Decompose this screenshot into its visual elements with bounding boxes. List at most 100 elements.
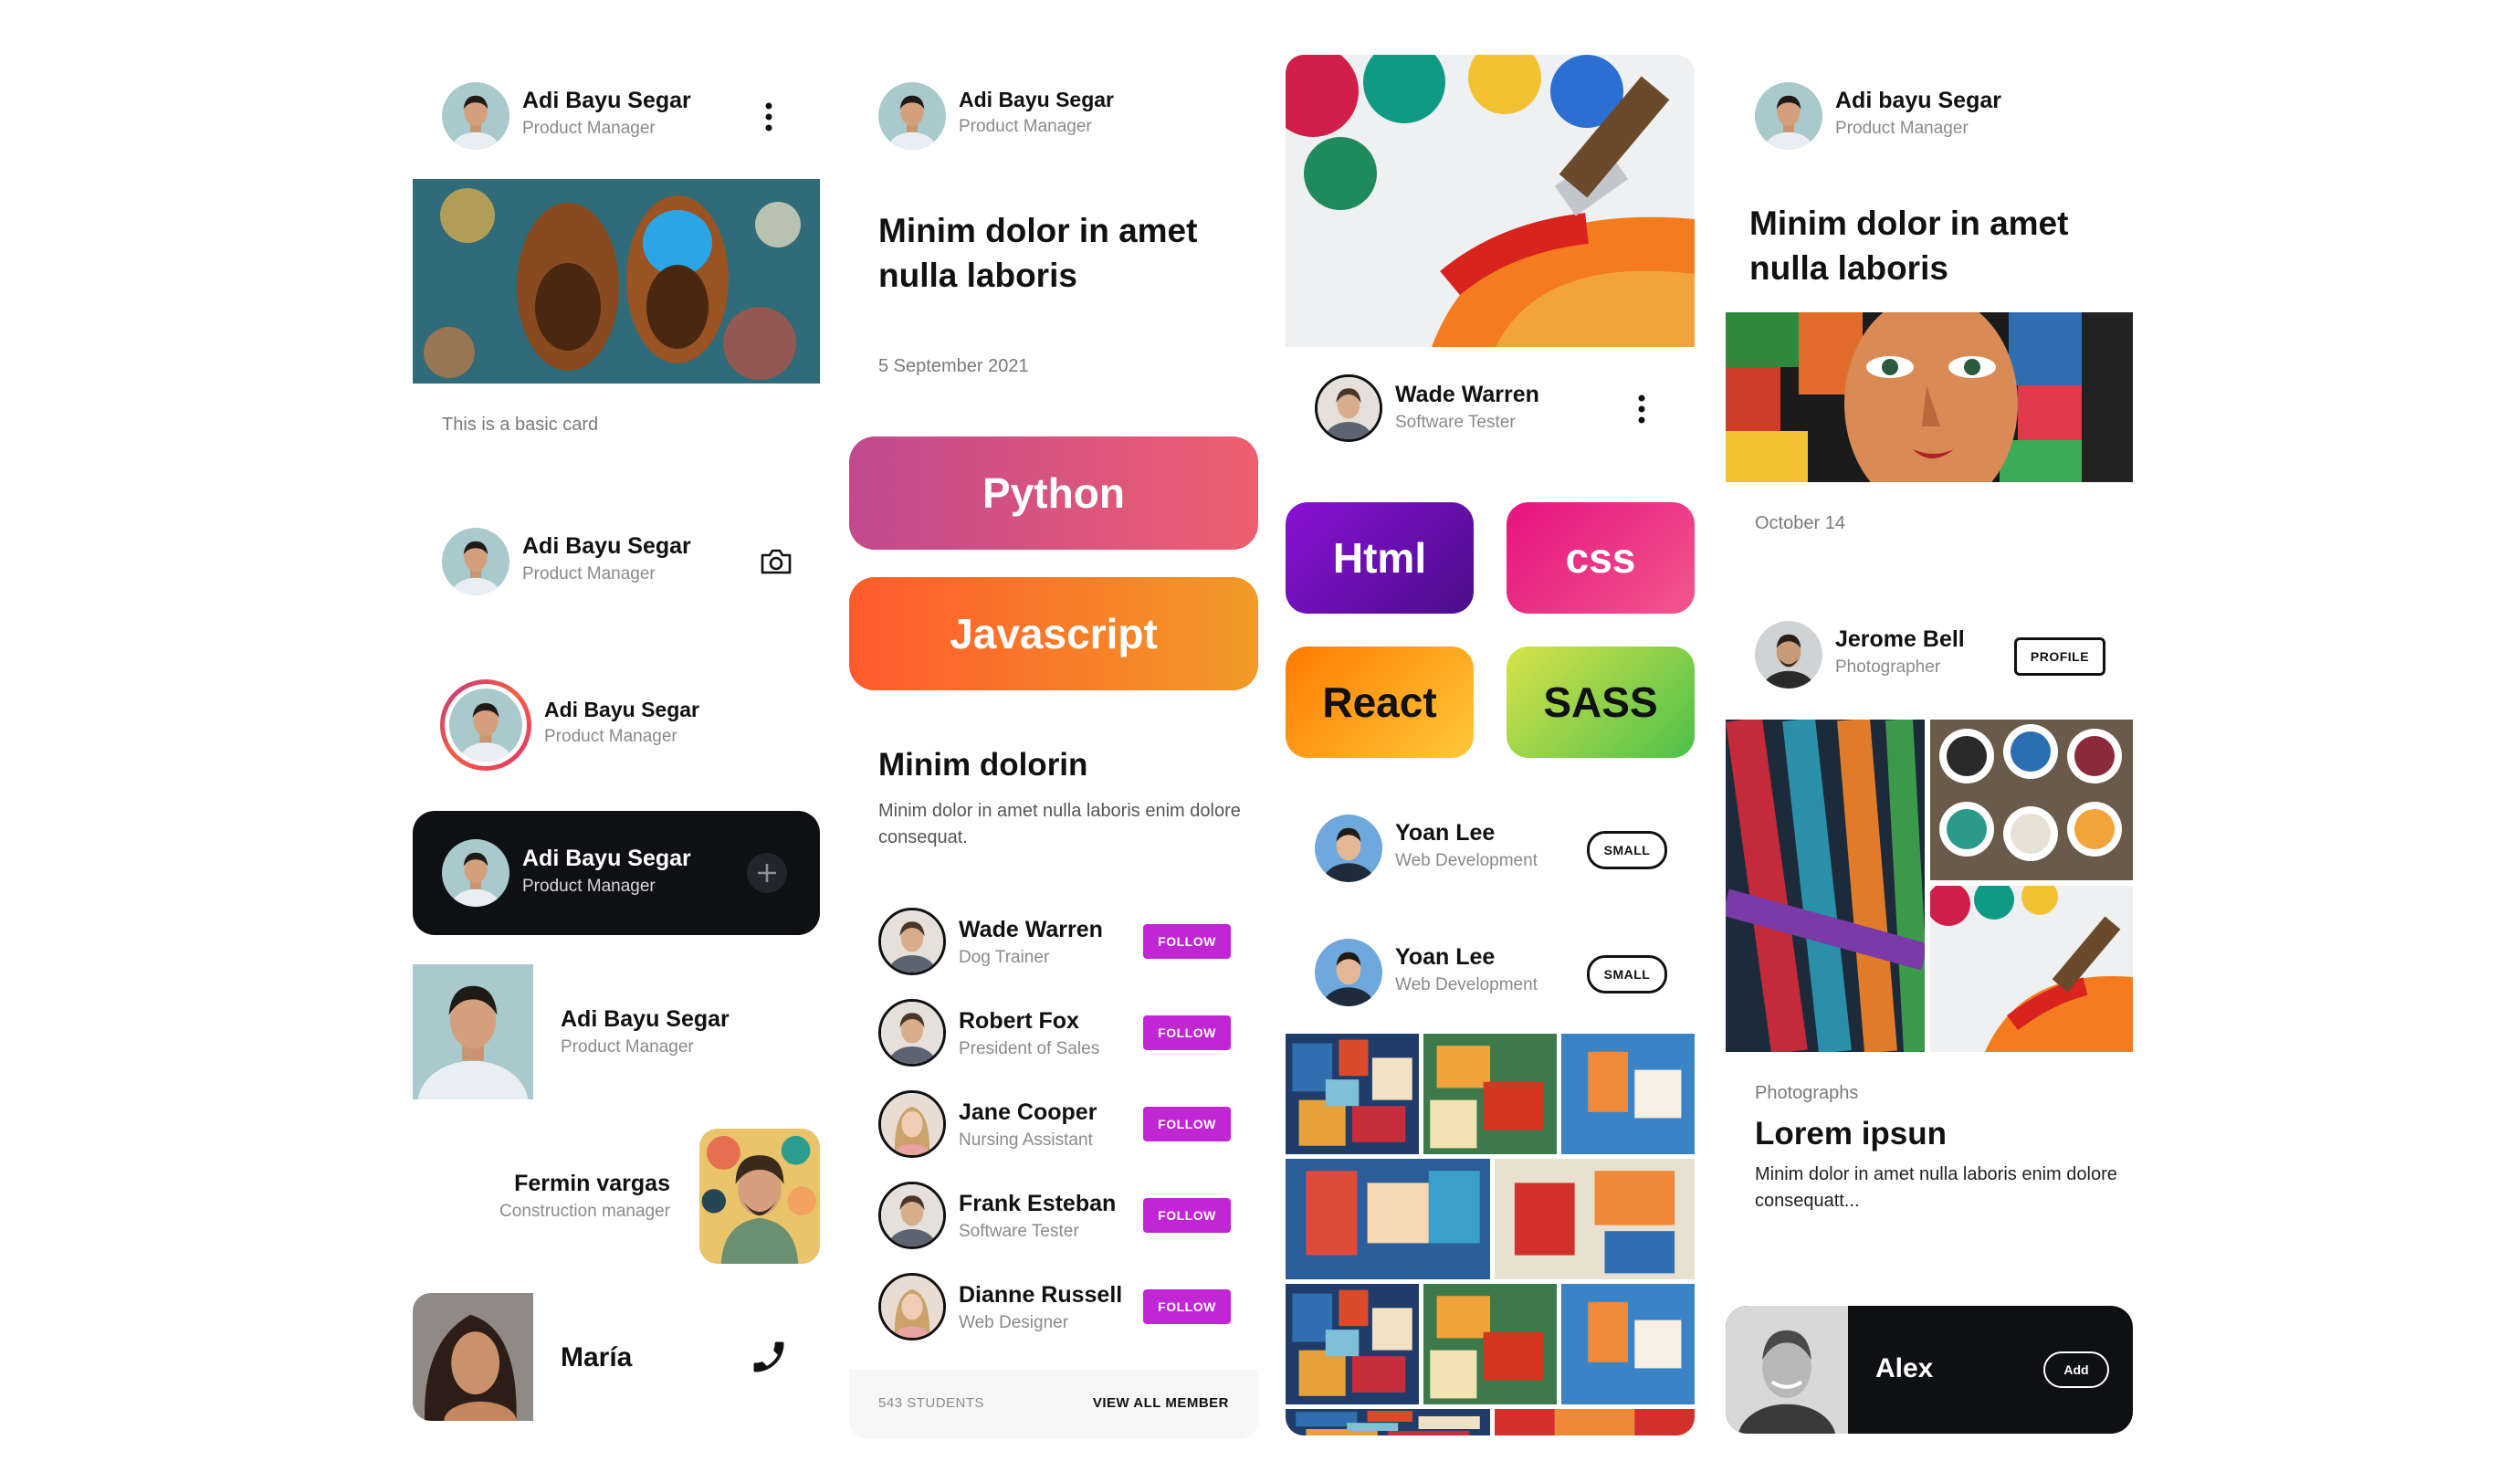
- avatar: [1315, 815, 1382, 882]
- phone-icon[interactable]: [749, 1337, 789, 1377]
- profile-name: Adi Bayu Segar: [522, 88, 691, 113]
- member-role: Dog Trainer: [959, 948, 1050, 967]
- profile-role: Product Manager: [1835, 119, 1969, 138]
- members-footer: 543 STUDENTS VIEW ALL MEMBER: [849, 1370, 1258, 1439]
- avatar: [878, 1090, 946, 1158]
- profile-photo: [413, 1293, 533, 1421]
- pill-label: Python: [982, 469, 1125, 517]
- dark-profile-card[interactable]: Adi Bayu Segar Product Manager: [413, 811, 820, 935]
- tile-label: React: [1322, 678, 1437, 726]
- profile-name: María: [561, 1342, 633, 1372]
- member-role: Web Designer: [959, 1313, 1069, 1332]
- gallery-image: [1561, 1284, 1695, 1404]
- pill-python[interactable]: Python: [849, 436, 1258, 550]
- card-date: 5 September 2021: [878, 356, 1029, 376]
- more-vert-icon[interactable]: [1633, 393, 1651, 426]
- profile-name: Adi Bayu Segar: [959, 88, 1114, 111]
- profile-photo: [413, 964, 533, 1099]
- profile-name: Yoan Lee: [1395, 944, 1496, 970]
- profile-role: Construction manager: [499, 1202, 670, 1221]
- member-name: Dianne Russell: [959, 1282, 1123, 1308]
- profile-button[interactable]: PROFILE: [2014, 637, 2105, 676]
- pill-javascript[interactable]: Javascript: [849, 577, 1258, 690]
- profile-role: Product Manager: [522, 119, 656, 138]
- paint-pots-photo: [1930, 720, 2133, 880]
- profile-role: Product Manager: [544, 727, 677, 746]
- avatar: [878, 1273, 946, 1341]
- tile-css[interactable]: css: [1507, 502, 1695, 614]
- profile-name: Jerome Bell: [1835, 626, 1965, 652]
- gallery-image: [1286, 1034, 1419, 1154]
- profile-role: Product Manager: [561, 1037, 694, 1057]
- profile-name: Fermin vargas: [514, 1171, 670, 1196]
- member-name: Wade Warren: [959, 917, 1103, 942]
- gallery-image: [1495, 1159, 1695, 1279]
- gallery-image: [1286, 1409, 1490, 1435]
- avatar: [442, 82, 509, 150]
- follow-button[interactable]: FOLLOW: [1143, 1198, 1231, 1233]
- follow-button[interactable]: FOLLOW: [1143, 1107, 1231, 1141]
- card-category: Photographs: [1755, 1083, 1859, 1103]
- more-vert-icon[interactable]: [760, 100, 778, 133]
- member-role: Nursing Assistant: [959, 1130, 1093, 1150]
- alex-card[interactable]: Alex Add: [1726, 1306, 2133, 1434]
- small-button[interactable]: SMALL: [1587, 831, 1667, 869]
- small-button[interactable]: SMALL: [1587, 955, 1667, 994]
- profile-name: Wade Warren: [1395, 382, 1539, 407]
- profile-name: Adi Bayu Segar: [544, 698, 699, 721]
- tile-react[interactable]: React: [1286, 647, 1474, 758]
- brushes-photo: [1726, 720, 1925, 1052]
- card-date: October 14: [1755, 513, 1845, 533]
- gallery-image: [1286, 1284, 1419, 1404]
- profile-name: Adi Bayu Segar: [522, 846, 691, 871]
- avatar: [442, 839, 509, 907]
- gallery-grid: [1286, 1034, 1695, 1435]
- follow-button[interactable]: FOLLOW: [1143, 1289, 1231, 1324]
- follow-button[interactable]: FOLLOW: [1143, 924, 1231, 959]
- card-caption: This is a basic card: [442, 415, 599, 435]
- profile-role: Web Development: [1395, 975, 1538, 994]
- plus-icon[interactable]: [747, 853, 787, 893]
- gallery-image: [1423, 1284, 1557, 1404]
- member-name: Robert Fox: [959, 1008, 1079, 1034]
- profile-photo: [1726, 1306, 1848, 1434]
- avatar: [878, 999, 946, 1067]
- profile-name: Adi Bayu Segar: [522, 533, 691, 559]
- avatar: [1755, 621, 1822, 689]
- tile-html[interactable]: Html: [1286, 502, 1474, 614]
- profile-name: Adi Bayu Segar: [561, 1006, 730, 1032]
- camera-icon[interactable]: [760, 548, 793, 575]
- profile-photo: [699, 1129, 820, 1264]
- street-art-photo: [1726, 312, 2133, 482]
- tile-sass[interactable]: SASS: [1507, 647, 1695, 758]
- member-role: President of Sales: [959, 1039, 1100, 1058]
- follow-button[interactable]: FOLLOW: [1143, 1015, 1231, 1050]
- profile-name: Alex: [1875, 1353, 1934, 1383]
- avatar: [442, 528, 509, 595]
- member-name: Jane Cooper: [959, 1099, 1097, 1125]
- gallery-image: [1495, 1409, 1695, 1435]
- section-text: Minim dolor in amet nulla laboris enim d…: [878, 801, 1241, 847]
- paint-brush-photo: [1286, 55, 1695, 347]
- avatar: [1315, 939, 1382, 1006]
- profile-role: Product Manager: [522, 877, 656, 896]
- section-title: Minim dolorin: [878, 747, 1088, 783]
- avatar: [1755, 82, 1822, 150]
- view-all-link[interactable]: VIEW ALL MEMBER: [1093, 1395, 1229, 1411]
- avatar: [878, 1182, 946, 1249]
- card-text: Minim dolor in amet nulla laboris enim d…: [1755, 1164, 2117, 1211]
- profile-name: Adi bayu Segar: [1835, 88, 2001, 113]
- card-headline: Minim dolor in amet nulla laboris: [878, 212, 1198, 294]
- shoes-photo: [413, 179, 820, 384]
- student-count: 543 STUDENTS: [878, 1395, 985, 1411]
- card-title: Lorem ipsun: [1755, 1116, 1948, 1151]
- profile-role: Product Manager: [522, 564, 656, 584]
- profile-role: Web Development: [1395, 851, 1538, 870]
- tile-label: Html: [1332, 534, 1427, 582]
- add-button[interactable]: Add: [2043, 1351, 2109, 1388]
- gallery-image: [1561, 1034, 1695, 1154]
- avatar: [878, 908, 946, 975]
- tile-label: css: [1565, 534, 1636, 582]
- tile-label: SASS: [1543, 678, 1658, 726]
- card-headline: Minim dolor in amet nulla laboris: [1749, 205, 2069, 287]
